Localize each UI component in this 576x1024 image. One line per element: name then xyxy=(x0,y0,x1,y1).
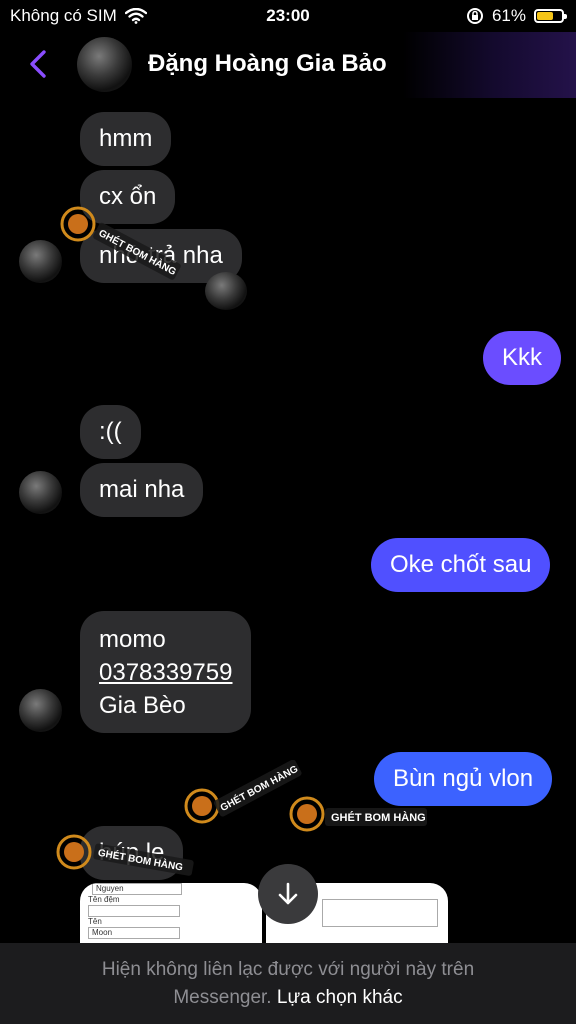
form-field xyxy=(88,905,180,917)
form-field: Moon xyxy=(88,927,180,939)
message-line: Gia Bèo xyxy=(99,692,186,719)
message-bubble-outgoing[interactable]: Kkk xyxy=(483,331,562,385)
message-text: hmm xyxy=(99,125,153,152)
battery-fill xyxy=(537,12,553,20)
unavailable-notice: Hiện không liên lạc được với người này t… xyxy=(101,959,475,980)
other-options-link[interactable]: Lựa chọn khác xyxy=(277,987,403,1008)
watermark-sticker: GHÉT BOM HÀNG xyxy=(56,834,194,876)
scroll-to-bottom-button[interactable] xyxy=(258,864,318,924)
watermark-text: GHÉT BOM HÀNG xyxy=(97,226,179,278)
message-text: Bùn ngủ vlon xyxy=(393,765,534,792)
status-right: 61% xyxy=(466,6,567,26)
message-bubble-incoming[interactable]: :(( xyxy=(80,405,141,459)
message-bubble-incoming[interactable]: mai nha xyxy=(80,463,204,517)
message-bubble-outgoing[interactable]: Oke chốt sau xyxy=(371,538,551,592)
watermark-sticker: GHÉT BOM HÀNG xyxy=(289,796,427,832)
message-bubble-incoming[interactable]: hmm xyxy=(80,112,172,166)
message-text: Oke chốt sau xyxy=(390,551,532,578)
arrow-down-icon xyxy=(278,882,298,905)
image-attachment[interactable]: Nguyen Tên đệm Tên Moon xyxy=(80,883,262,943)
seen-avatar xyxy=(205,272,247,310)
watermark-sticker: GHÉT BOM HÀNG xyxy=(60,206,181,280)
message-text: mai nha xyxy=(99,476,185,503)
unavailable-footer: Hiện không liên lạc được với người này t… xyxy=(0,943,576,1024)
form-label: Tên đệm xyxy=(88,895,120,904)
message-text: :(( xyxy=(99,418,122,445)
back-chevron-icon[interactable] xyxy=(22,46,58,82)
form-field: Nguyen xyxy=(92,883,182,895)
form-label: Tên xyxy=(88,917,102,926)
contact-avatar[interactable] xyxy=(77,37,132,92)
message-text: Kkk xyxy=(502,344,543,371)
message-bubble-incoming[interactable]: momo 0378339759 Gia Bèo xyxy=(80,611,252,733)
contact-name[interactable]: Đặng Hoàng Gia Bảo xyxy=(148,50,387,78)
phone-number-link[interactable]: 0378339759 xyxy=(99,656,232,689)
battery-icon xyxy=(534,9,567,23)
watermark-text: GHÉT BOM HÀNG xyxy=(97,846,184,874)
chat-header: Đặng Hoàng Gia Bảo xyxy=(0,32,576,98)
battery-percent: 61% xyxy=(491,6,526,25)
sender-avatar[interactable] xyxy=(19,471,62,514)
message-line: momo xyxy=(99,626,166,653)
watermark-text: GHÉT BOM HÀNG xyxy=(331,811,426,824)
unavailable-notice-line2: Messenger. xyxy=(173,987,272,1008)
sender-avatar[interactable] xyxy=(19,689,62,732)
form-field xyxy=(322,899,438,927)
sender-avatar[interactable] xyxy=(19,240,62,283)
rotation-lock-icon xyxy=(466,8,483,24)
status-bar: Không có SIM 23:00 61% xyxy=(0,0,576,32)
